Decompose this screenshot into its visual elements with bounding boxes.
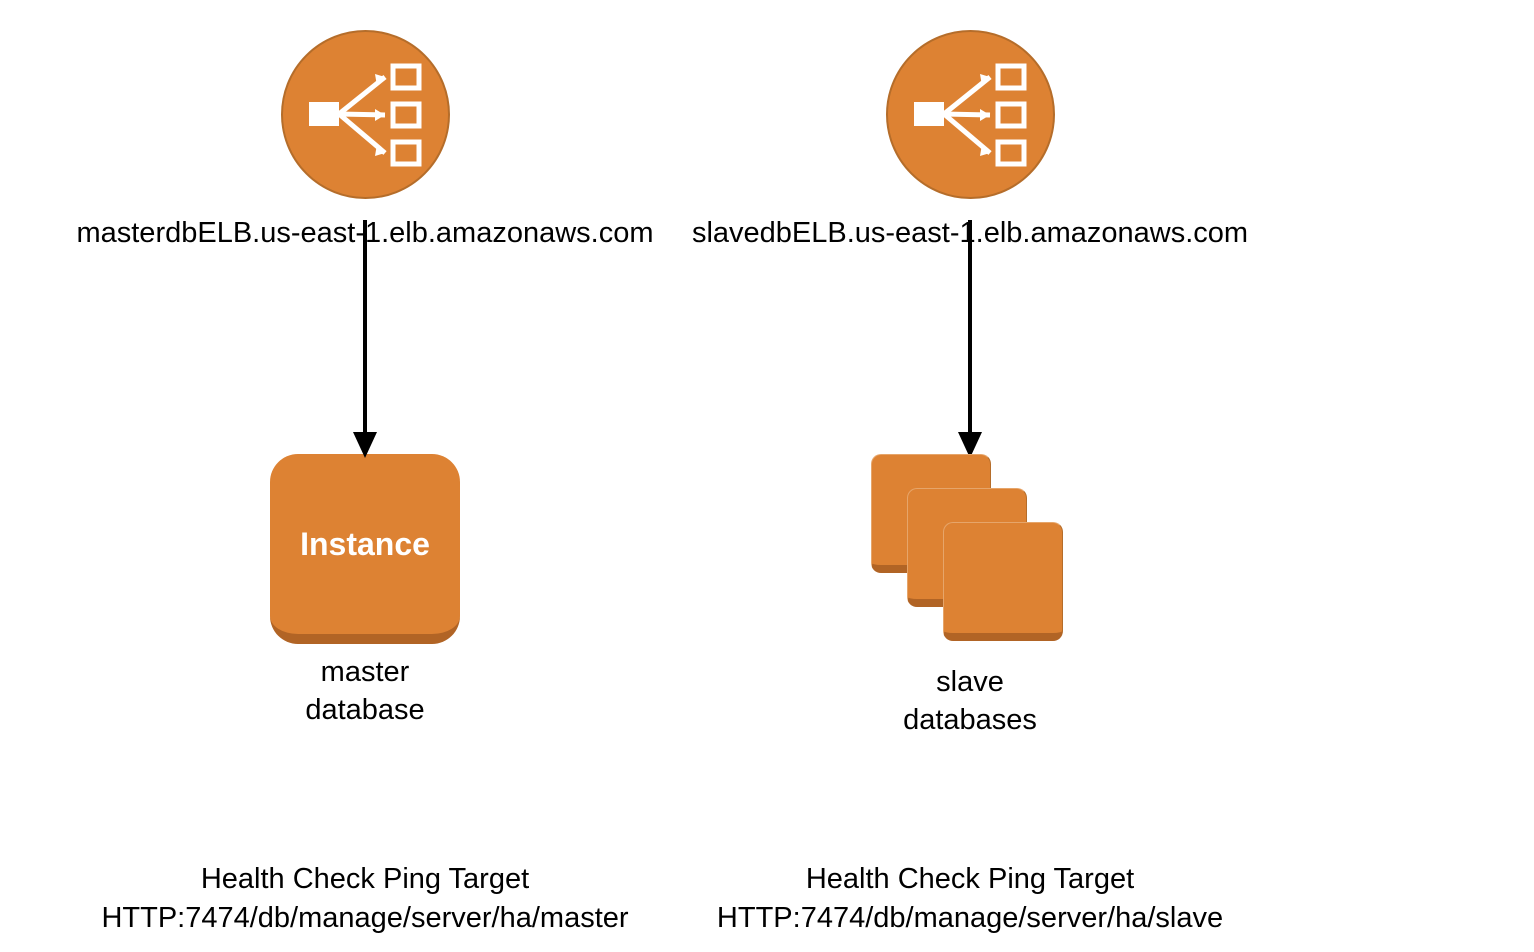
slave-hc-line1: Health Check Ping Target (806, 863, 1134, 895)
slave-instance-box-3 (943, 522, 1063, 641)
instance-label: Instance (300, 526, 430, 563)
master-hc-line2: HTTP:7474/db/manage/server/ha/master (101, 902, 628, 934)
master-target-line1: master (321, 656, 410, 688)
master-target-label: master database (305, 654, 424, 729)
slave-target-line1: slave (936, 666, 1004, 698)
arrow-master (345, 220, 385, 460)
slave-healthcheck: Health Check Ping Target HTTP:7474/db/ma… (680, 860, 1260, 938)
master-target-line2: database (305, 694, 424, 726)
arrow-slave (950, 220, 990, 460)
load-balancer-icon (910, 60, 1030, 170)
slave-target-label: slave databases (903, 664, 1037, 739)
master-hc-line1: Health Check Ping Target (201, 863, 529, 895)
slave-hc-line2: HTTP:7474/db/manage/server/ha/slave (717, 902, 1223, 934)
master-instance-box: Instance (270, 454, 460, 644)
slave-instances-stack (865, 454, 1075, 654)
master-elb-icon (281, 30, 450, 199)
slave-target-line2: databases (903, 704, 1037, 736)
slave-elb-icon (886, 30, 1055, 199)
slave-column: slavedbELB.us-east-1.elb.amazonaws.com s… (680, 30, 1260, 739)
master-healthcheck: Health Check Ping Target HTTP:7474/db/ma… (80, 860, 650, 938)
load-balancer-icon (305, 60, 425, 170)
master-column: masterdbELB.us-east-1.elb.amazonaws.com … (75, 30, 655, 729)
